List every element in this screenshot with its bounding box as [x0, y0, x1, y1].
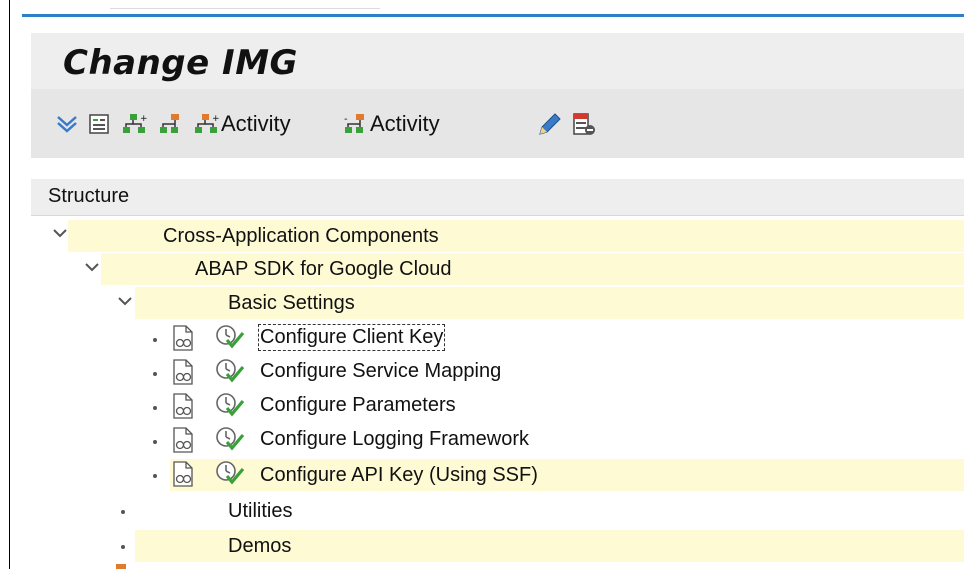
execute-activity-icon[interactable]	[215, 324, 245, 350]
svg-text:+: +	[212, 114, 219, 124]
documentation-icon[interactable]	[172, 461, 194, 487]
tree-node-label: Cross-Application Components	[163, 225, 439, 247]
chevron-down-icon[interactable]	[117, 293, 133, 309]
structure-header-label: Structure	[48, 185, 130, 207]
add-node-button[interactable]: +	[121, 111, 147, 137]
remove-activity-button[interactable]: - Activity	[342, 111, 440, 137]
documentation-icon[interactable]	[172, 359, 194, 385]
tree-node-label: Configure Service Mapping	[260, 360, 502, 382]
tree-node-label: Configure Logging Framework	[260, 428, 530, 450]
execute-activity-icon[interactable]	[215, 426, 245, 452]
expand-all-icon	[57, 116, 77, 133]
where-used-icon	[160, 114, 179, 133]
add-activity-icon: +	[195, 114, 219, 133]
tree-node-label: Configure API Key (Using SSF)	[260, 464, 538, 486]
delete-lines-icon	[573, 113, 595, 135]
tree-node-label: ABAP SDK for Google Cloud	[195, 258, 452, 280]
details-icon	[89, 114, 109, 134]
tab-strip	[110, 0, 380, 9]
bullet	[121, 545, 125, 549]
delete-lines-button[interactable]	[571, 111, 597, 137]
tree-node-label: Configure Parameters	[260, 394, 456, 416]
bullet	[121, 510, 125, 514]
structure-header: Structure	[31, 179, 964, 216]
tree-node-label: Demos	[228, 535, 292, 557]
tree-node-label: Basic Settings	[228, 292, 355, 314]
bullet	[153, 406, 157, 410]
pencil-icon	[539, 113, 561, 135]
add-activity-label: Activity	[221, 111, 291, 136]
title-bar: Change IMG	[31, 33, 964, 89]
execute-activity-icon[interactable]	[215, 358, 245, 384]
bullet	[153, 440, 157, 444]
documentation-icon[interactable]	[172, 393, 194, 419]
where-used-button[interactable]	[157, 111, 183, 137]
remove-activity-label: Activity	[370, 111, 440, 136]
accent-line	[22, 14, 964, 17]
add-activity-button[interactable]: + Activity	[193, 111, 291, 137]
svg-text:+: +	[140, 114, 147, 124]
add-node-icon: +	[123, 114, 147, 133]
expand-all-button[interactable]	[55, 111, 79, 137]
chevron-down-icon[interactable]	[84, 259, 100, 275]
page-title: Change IMG	[63, 43, 298, 83]
bullet	[153, 372, 157, 376]
documentation-icon[interactable]	[172, 427, 194, 453]
edit-button[interactable]	[536, 111, 562, 137]
chevron-down-icon[interactable]	[52, 225, 68, 241]
bullet	[153, 338, 157, 342]
remove-activity-icon: -	[344, 114, 364, 133]
tree-node-label: Utilities	[228, 500, 293, 522]
bullet	[153, 474, 157, 478]
tree-node-label: Configure Client Key	[257, 324, 446, 351]
details-button[interactable]	[87, 111, 111, 137]
execute-activity-icon[interactable]	[215, 460, 245, 486]
documentation-icon[interactable]	[172, 325, 194, 351]
svg-text:-: -	[344, 114, 348, 125]
toolbar: + + Activity - Activity	[31, 89, 964, 158]
partial-node-icon	[116, 564, 126, 569]
execute-activity-icon[interactable]	[215, 392, 245, 418]
